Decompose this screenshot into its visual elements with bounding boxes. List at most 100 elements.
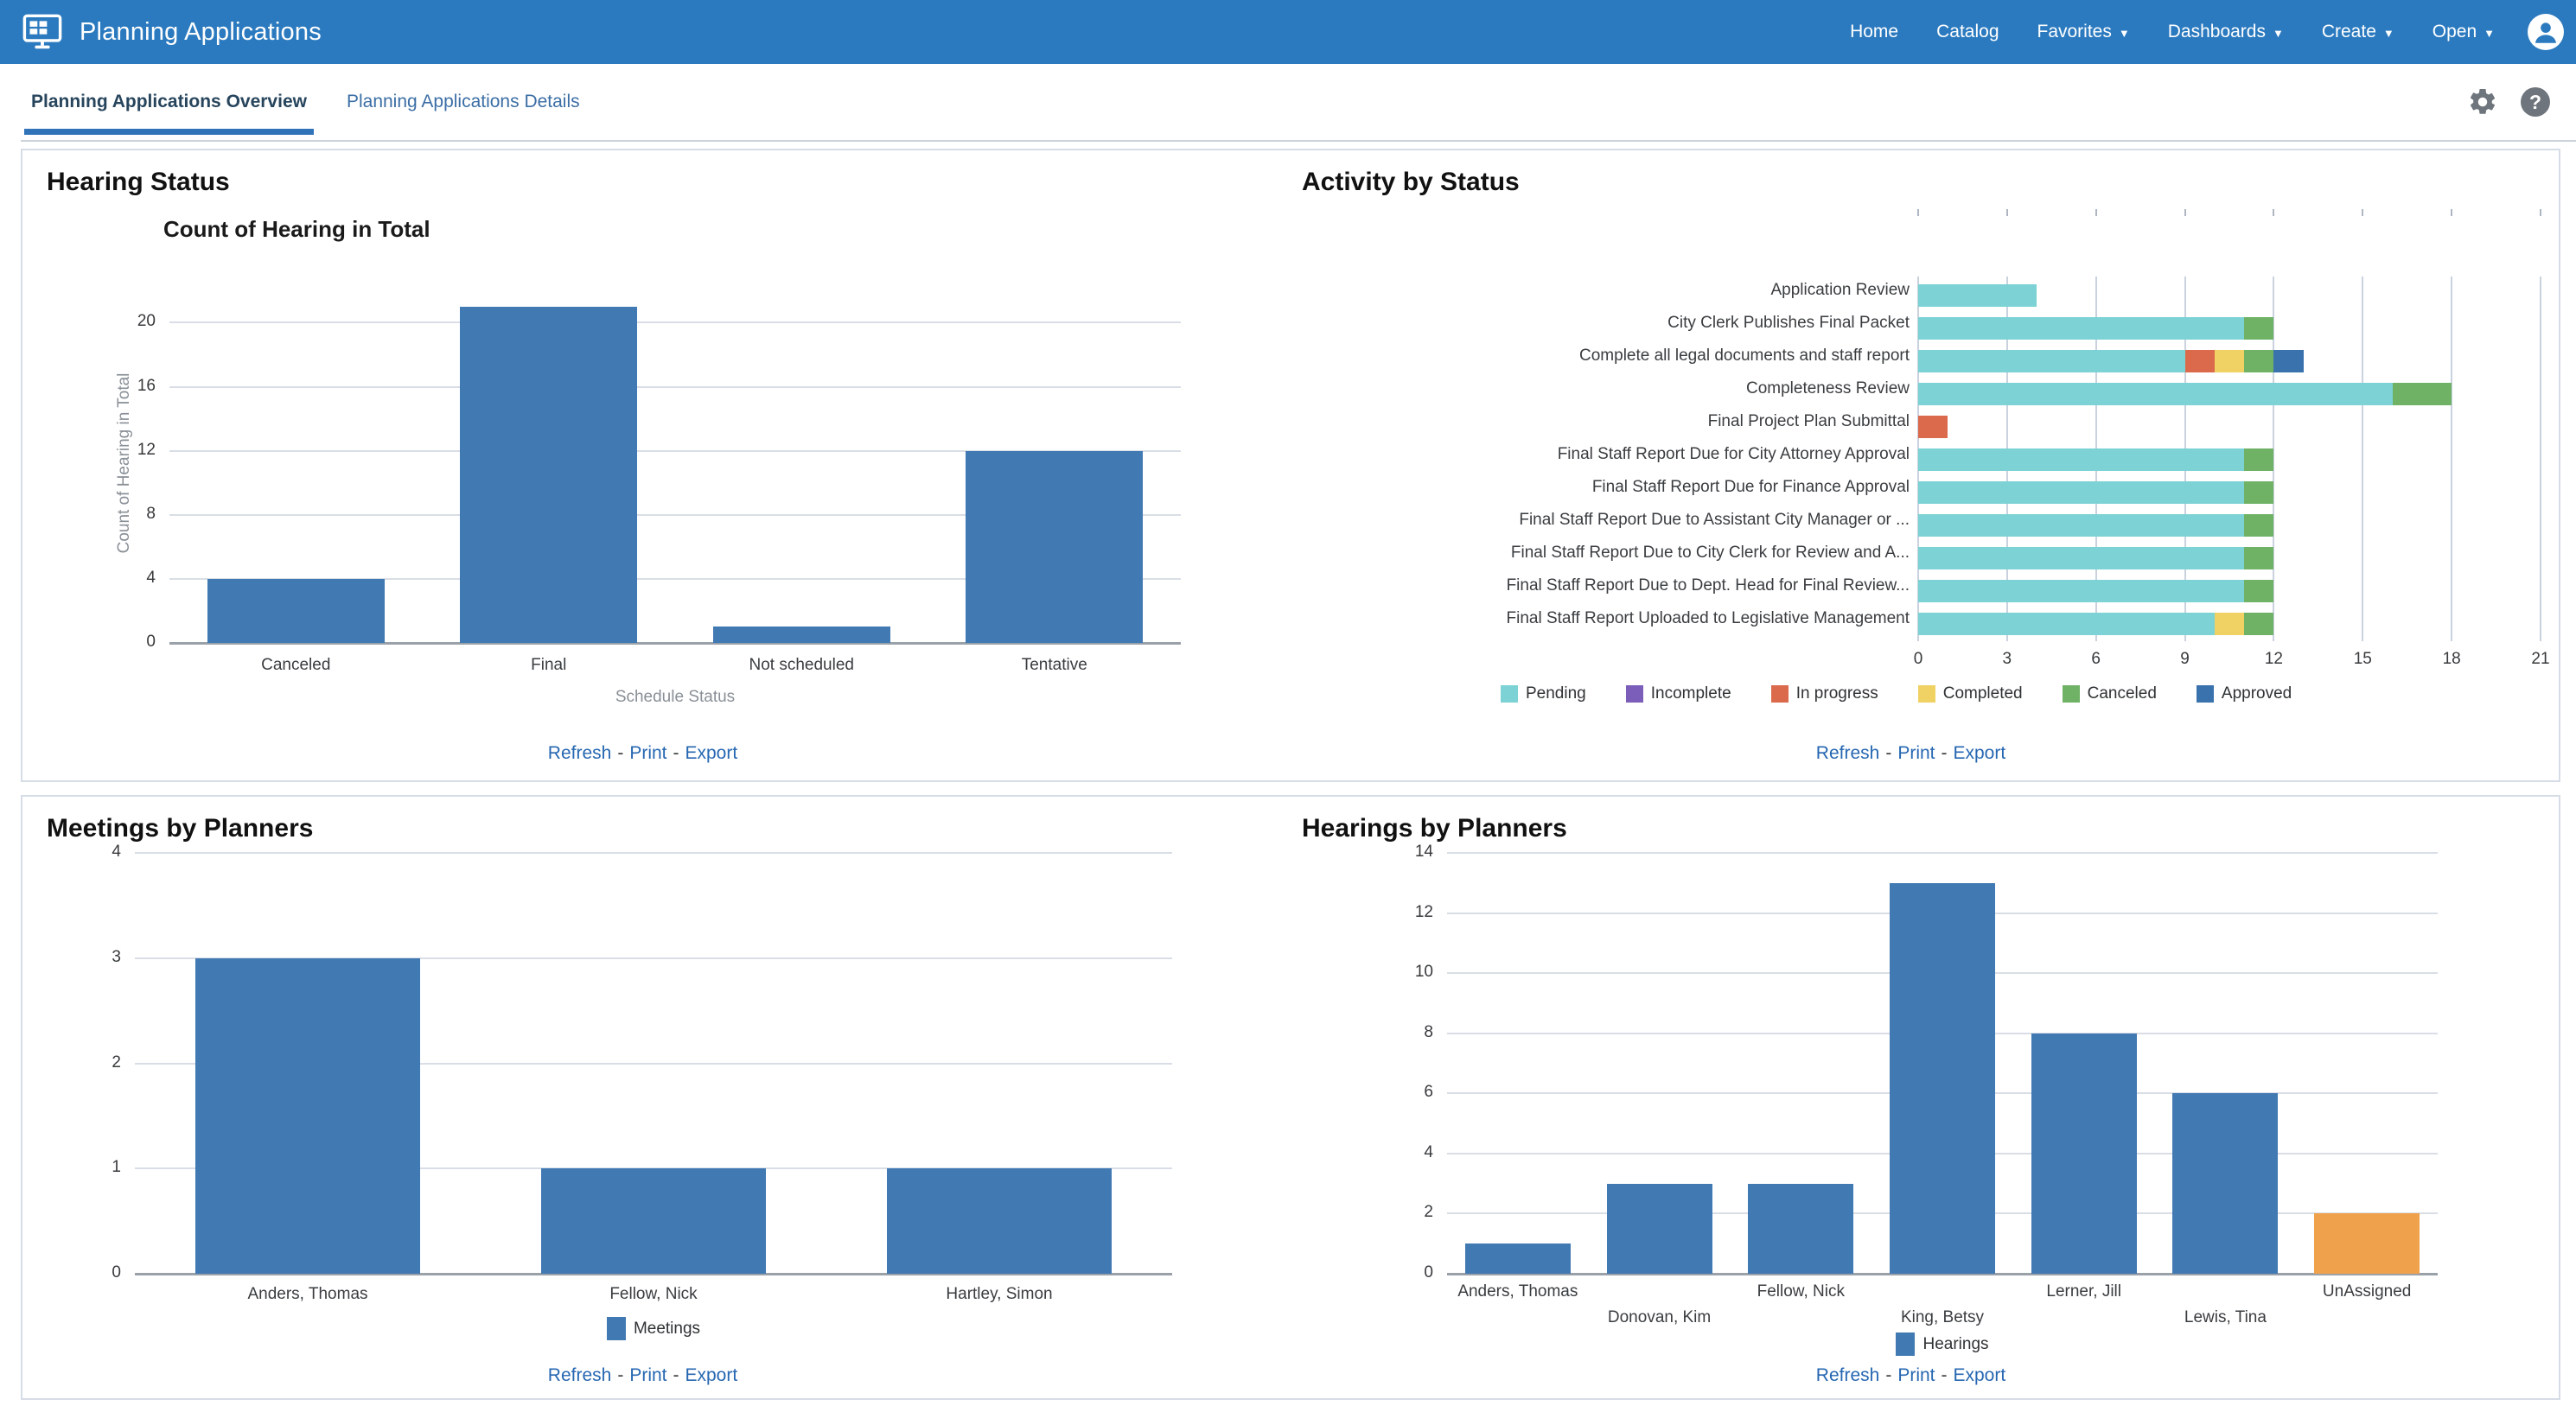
bar-Not scheduled[interactable] <box>713 626 890 643</box>
hearings-by-planners-panel: Hearings by Planners 02468101214Anders, … <box>1263 797 2559 1398</box>
segment-Canceled[interactable] <box>2244 350 2273 372</box>
segment-Pending[interactable] <box>1918 350 2185 372</box>
x-category-label: Donovan, Kim <box>1521 1308 1798 1327</box>
segment-Canceled[interactable] <box>2244 580 2273 602</box>
segment-Completed[interactable] <box>2215 613 2244 635</box>
bar-UnAssigned[interactable] <box>2314 1213 2420 1274</box>
legend-swatch <box>1896 1332 1915 1356</box>
export-link[interactable]: Export <box>1954 743 2006 764</box>
segment-Pending[interactable] <box>1918 448 2244 471</box>
x-category-label: Canceled <box>157 656 434 675</box>
legend-swatch <box>1918 685 1935 703</box>
hearing-status-chart: 048121620CanceledFinalNot scheduledTenta… <box>22 150 1263 780</box>
legend-label: Hearings <box>1922 1335 1988 1354</box>
user-avatar-icon[interactable] <box>2528 14 2564 50</box>
print-link[interactable]: Print <box>629 743 666 764</box>
chart-footer: Refresh - Print - Export <box>22 1365 1263 1386</box>
refresh-link[interactable]: Refresh <box>548 1365 612 1386</box>
nav-dashboards[interactable]: Dashboards▼ <box>2168 22 2284 42</box>
category-label: Complete all legal documents and staff r… <box>1270 347 1910 366</box>
bar-Lerner, Jill[interactable] <box>2031 1034 2137 1274</box>
category-label: Final Staff Report Due for Finance Appro… <box>1270 478 1910 497</box>
legend-item-Incomplete[interactable]: Incomplete <box>1626 684 1731 703</box>
bar-Anders, Thomas[interactable] <box>1465 1243 1571 1274</box>
legend-item-Completed[interactable]: Completed <box>1918 684 2023 703</box>
dashboard-tabbar: Planning Applications Overview Planning … <box>0 64 2576 140</box>
segment-Pending[interactable] <box>1918 317 2244 340</box>
nav-open[interactable]: Open▼ <box>2433 22 2495 42</box>
print-link[interactable]: Print <box>1897 1365 1935 1386</box>
legend-swatch <box>2197 685 2214 703</box>
export-link[interactable]: Export <box>685 743 738 764</box>
bar-Fellow, Nick[interactable] <box>541 1168 766 1274</box>
x-category-label: Fellow, Nick <box>515 1285 792 1304</box>
top-tick <box>2540 209 2541 216</box>
segment-Pending[interactable] <box>1918 383 2393 405</box>
nav-create[interactable]: Create▼ <box>2322 22 2394 42</box>
bar-Tentative[interactable] <box>966 451 1143 643</box>
segment-In progress[interactable] <box>2185 350 2215 372</box>
top-tick <box>2006 209 2008 216</box>
bar-Hartley, Simon[interactable] <box>887 1168 1112 1274</box>
segment-Canceled[interactable] <box>2244 481 2273 504</box>
bar-Anders, Thomas[interactable] <box>195 958 420 1274</box>
chart-footer: Refresh - Print - Export <box>1263 743 2559 764</box>
bar-Final[interactable] <box>460 307 637 643</box>
segment-Canceled[interactable] <box>2244 514 2273 537</box>
legend-item-Canceled[interactable]: Canceled <box>2063 684 2157 703</box>
segment-Canceled[interactable] <box>2393 383 2452 405</box>
nav-favorites[interactable]: Favorites▼ <box>2037 22 2130 42</box>
segment-Canceled[interactable] <box>2244 317 2273 340</box>
segment-Canceled[interactable] <box>2244 448 2273 471</box>
export-link[interactable]: Export <box>685 1365 738 1386</box>
segment-Pending[interactable] <box>1918 580 2244 602</box>
gridline <box>169 386 1181 388</box>
nav-catalog[interactable]: Catalog <box>1936 22 1999 42</box>
bar-Donovan, Kim[interactable] <box>1607 1184 1712 1274</box>
y-tick-label: 2 <box>55 1053 121 1072</box>
tab-planning-applications-overview[interactable]: Planning Applications Overview <box>24 64 314 140</box>
segment-Completed[interactable] <box>2215 350 2244 372</box>
print-link[interactable]: Print <box>1897 743 1935 764</box>
segment-Pending[interactable] <box>1918 514 2244 537</box>
category-label: Final Staff Report Due for City Attorney… <box>1270 445 1910 464</box>
legend-item-In progress[interactable]: In progress <box>1771 684 1878 703</box>
x-tick-label: 9 <box>2159 650 2211 669</box>
tab-planning-applications-details[interactable]: Planning Applications Details <box>340 64 587 140</box>
export-link[interactable]: Export <box>1954 1365 2006 1386</box>
gridline <box>169 321 1181 323</box>
refresh-link[interactable]: Refresh <box>548 743 612 764</box>
legend-item-Pending[interactable]: Pending <box>1501 684 1586 703</box>
segment-Pending[interactable] <box>1918 613 2215 635</box>
legend-item-Meetings[interactable]: Meetings <box>607 1317 700 1340</box>
help-icon[interactable]: ? <box>2521 87 2550 117</box>
y-tick-label: 4 <box>1368 1143 1433 1162</box>
bar-Canceled[interactable] <box>207 579 385 643</box>
bar-Fellow, Nick[interactable] <box>1748 1184 1853 1274</box>
refresh-link[interactable]: Refresh <box>1816 743 1880 764</box>
segment-Pending[interactable] <box>1918 284 2037 307</box>
segment-Pending[interactable] <box>1918 547 2244 569</box>
gear-icon[interactable] <box>2467 86 2498 118</box>
refresh-link[interactable]: Refresh <box>1816 1365 1880 1386</box>
chart-footer: Refresh - Print - Export <box>1263 1365 2559 1386</box>
legend-item-Approved[interactable]: Approved <box>2197 684 2292 703</box>
segment-Pending[interactable] <box>1918 481 2244 504</box>
segment-Canceled[interactable] <box>2244 547 2273 569</box>
y-tick-label: 4 <box>55 843 121 862</box>
print-link[interactable]: Print <box>629 1365 666 1386</box>
segment-Approved[interactable] <box>2273 350 2303 372</box>
legend-swatch <box>1771 685 1789 703</box>
chevron-down-icon: ▼ <box>2484 27 2495 40</box>
segment-In progress[interactable] <box>1918 416 1948 438</box>
x-category-label: Lewis, Tina <box>2087 1308 2363 1327</box>
category-label: Final Staff Report Uploaded to Legislati… <box>1270 609 1910 628</box>
x-category-label: Fellow, Nick <box>1662 1282 1939 1301</box>
hearing-status-panel: Hearing Status 048121620CanceledFinalNot… <box>22 150 1263 780</box>
legend-item-Hearings[interactable]: Hearings <box>1896 1332 1988 1356</box>
bar-King, Betsy[interactable] <box>1890 883 1995 1274</box>
segment-Canceled[interactable] <box>2244 613 2273 635</box>
chart-legend: Hearings <box>1447 1332 2438 1356</box>
nav-home[interactable]: Home <box>1850 22 1898 42</box>
bar-Lewis, Tina[interactable] <box>2172 1093 2278 1274</box>
